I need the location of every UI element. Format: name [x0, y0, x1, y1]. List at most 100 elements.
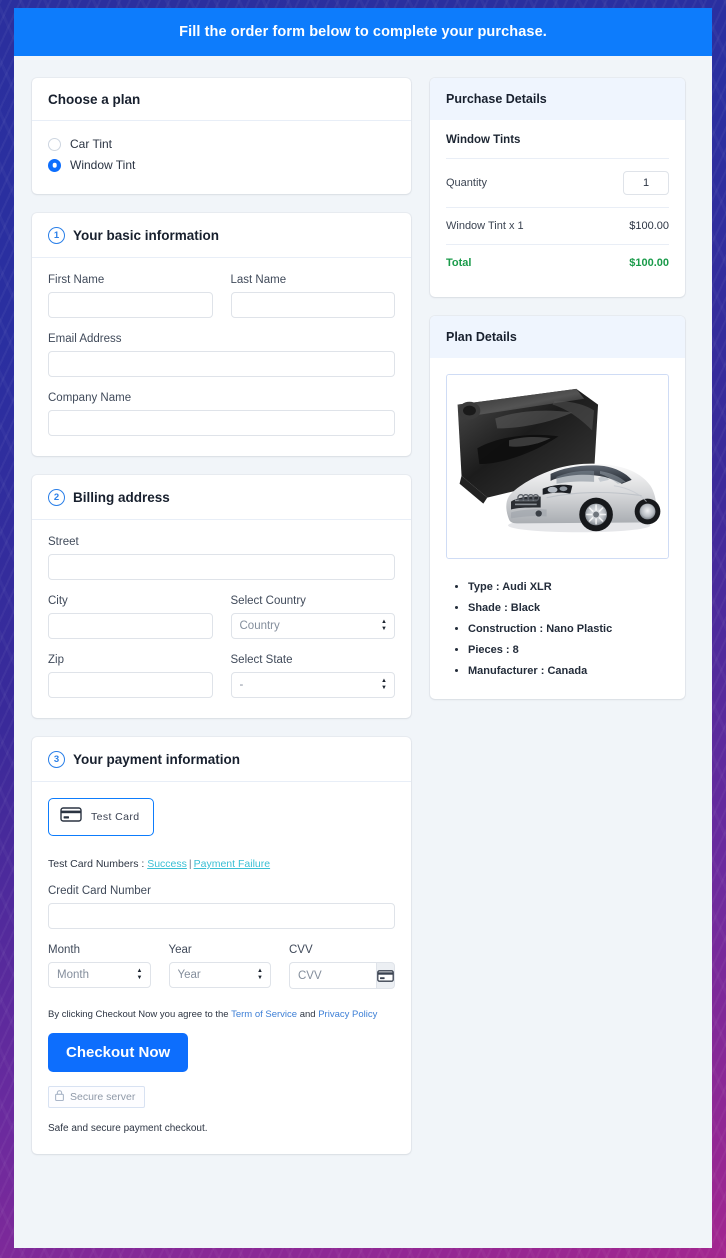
plan-spec-item: Type : Audi XLR [468, 581, 669, 593]
cvv-input[interactable] [289, 962, 376, 989]
privacy-policy-link[interactable]: Privacy Policy [318, 1009, 377, 1020]
city-label: City [48, 595, 68, 607]
payment-information-header: 3 Your payment information [32, 737, 411, 782]
company-input[interactable] [48, 410, 395, 436]
plan-option-label: Window Tint [70, 158, 136, 172]
plan-spec-item: Pieces : 8 [468, 644, 669, 656]
email-group: Email Address [48, 333, 395, 377]
line-item-row: Window Tint x 1 $100.00 [446, 208, 669, 245]
test-card-separator: | [188, 858, 192, 870]
country-select[interactable]: Country [230, 613, 395, 639]
company-group: Company Name [48, 392, 395, 436]
city-input[interactable] [48, 613, 213, 639]
billing-address-title: Billing address [73, 490, 170, 505]
purchase-details-title: Purchase Details [430, 78, 685, 120]
basic-information-header: 1 Your basic information [32, 213, 411, 258]
billing-address-header: 2 Billing address [32, 475, 411, 520]
secure-server-badge: Secure server [48, 1086, 146, 1108]
state-label: Select State [230, 654, 293, 666]
purchase-details-panel: Purchase Details Window Tints Quantity W… [430, 78, 685, 297]
first-name-group: First Name [48, 274, 213, 318]
street-input[interactable] [48, 554, 395, 580]
plan-options-list: Car Tint Window Tint [32, 121, 411, 194]
month-select-wrap: Month ▲ ▼ [48, 962, 151, 988]
radio-window-tint-icon[interactable] [48, 158, 61, 172]
billing-address-body: Street City Select Country Country ▲ ▼ Z… [32, 520, 411, 718]
state-select-wrap: - ▲ ▼ [230, 672, 395, 698]
test-card-failure-link[interactable]: Payment Failure [194, 858, 270, 870]
state-select[interactable]: - [230, 672, 395, 698]
year-select[interactable]: Year [168, 962, 271, 988]
test-card-button-label: Test Card [91, 811, 140, 823]
email-input[interactable] [48, 351, 395, 377]
plan-details-title: Plan Details [430, 316, 685, 358]
quantity-input[interactable] [623, 171, 669, 195]
purchase-item-title: Window Tints [446, 120, 669, 159]
checkout-now-button[interactable]: Checkout Now [48, 1033, 189, 1072]
street-group: Street [48, 536, 395, 580]
content-area: Choose a plan Car Tint Window Tint 1 You… [14, 56, 712, 1248]
plan-product-image [446, 374, 669, 559]
plan-option-car-tint[interactable]: Car Tint [48, 137, 395, 151]
plan-details-panel: Plan Details • Type: Audi XLR • Shade:… [430, 316, 685, 699]
line-item-label: Window Tint x 1 [446, 220, 524, 232]
year-label: Year [168, 944, 192, 956]
choose-plan-title: Choose a plan [48, 92, 141, 107]
first-name-label: First Name [48, 274, 105, 286]
terms-of-service-link[interactable]: Term of Service [231, 1009, 297, 1020]
billing-address-card: 2 Billing address Street City Select Cou… [32, 475, 411, 718]
choose-plan-header: Choose a plan [32, 78, 411, 121]
step-badge-3: 3 [48, 751, 65, 768]
basic-information-body: First Name Last Name Email Address Compa… [32, 258, 411, 456]
lock-icon [55, 1090, 64, 1104]
step-badge-1: 1 [48, 227, 65, 244]
safe-checkout-note: Safe and secure payment checkout. [48, 1123, 208, 1134]
summary-column: Purchase Details Window Tints Quantity W… [430, 78, 685, 699]
email-label: Email Address [48, 333, 122, 345]
year-select-wrap: Year ▲ ▼ [168, 962, 271, 988]
month-label: Month [48, 944, 80, 956]
cvv-card-icon [376, 962, 395, 989]
last-name-input[interactable] [230, 292, 395, 318]
terms-middle: and [297, 1009, 319, 1020]
total-amount: $100.00 [629, 257, 669, 269]
terms-prefix: By clicking Checkout Now you agree to th… [48, 1009, 232, 1020]
line-item-amount: $100.00 [629, 220, 669, 232]
payment-information-card: 3 Your payment information Test Card Tes… [32, 737, 411, 1154]
test-card-button[interactable]: Test Card [48, 798, 154, 836]
zip-input[interactable] [48, 672, 213, 698]
credit-card-number-input[interactable] [48, 903, 395, 929]
payment-information-body: Test Card Test Card Numbers : Success | Pa… [32, 782, 411, 1154]
month-select[interactable]: Month [48, 962, 151, 988]
plan-spec-item: Shade : Black [468, 602, 669, 614]
secure-server-label: Secure server [70, 1091, 136, 1103]
plan-spec-item: Manufacturer : Canada [468, 665, 669, 677]
country-group: Select Country Country ▲ ▼ [230, 595, 395, 639]
country-select-wrap: Country ▲ ▼ [230, 613, 395, 639]
country-label: Select Country [230, 595, 306, 607]
checkout-page: Fill the order form below to complete yo… [14, 8, 712, 1248]
purchase-details-body: Window Tints Quantity Window Tint x 1 $1… [430, 120, 685, 297]
window-tint-product-illustration [447, 375, 668, 558]
last-name-label: Last Name [230, 274, 287, 286]
cvv-input-wrap [289, 962, 395, 989]
state-group: Select State - ▲ ▼ [230, 654, 395, 698]
terms-agreement-text: By clicking Checkout Now you agree to th… [48, 1009, 395, 1020]
zip-label: Zip [48, 654, 64, 666]
test-card-success-link[interactable]: Success [147, 858, 187, 870]
plan-details-body: Type : Audi XLR Shade : Black Constructi… [430, 374, 685, 699]
first-name-input[interactable] [48, 292, 213, 318]
test-card-numbers-line: Test Card Numbers : Success | Payment Fail… [48, 858, 395, 870]
month-group: Month Month ▲ ▼ [48, 944, 151, 989]
test-card-numbers-prefix: Test Card Numbers : [48, 858, 148, 870]
cvv-group: CVV [289, 944, 395, 989]
city-group: City [48, 595, 213, 639]
plan-option-label: Car Tint [70, 137, 113, 151]
credit-card-number-group: Credit Card Number [48, 885, 395, 929]
plan-spec-item: Construction : Nano Plastic [468, 623, 669, 635]
name-row: First Name Last Name [48, 274, 395, 318]
radio-car-tint-icon[interactable] [48, 137, 61, 151]
total-row: Total $100.00 [446, 245, 669, 281]
city-country-row: City Select Country Country ▲ ▼ [48, 595, 395, 639]
plan-option-window-tint[interactable]: Window Tint [48, 158, 395, 172]
